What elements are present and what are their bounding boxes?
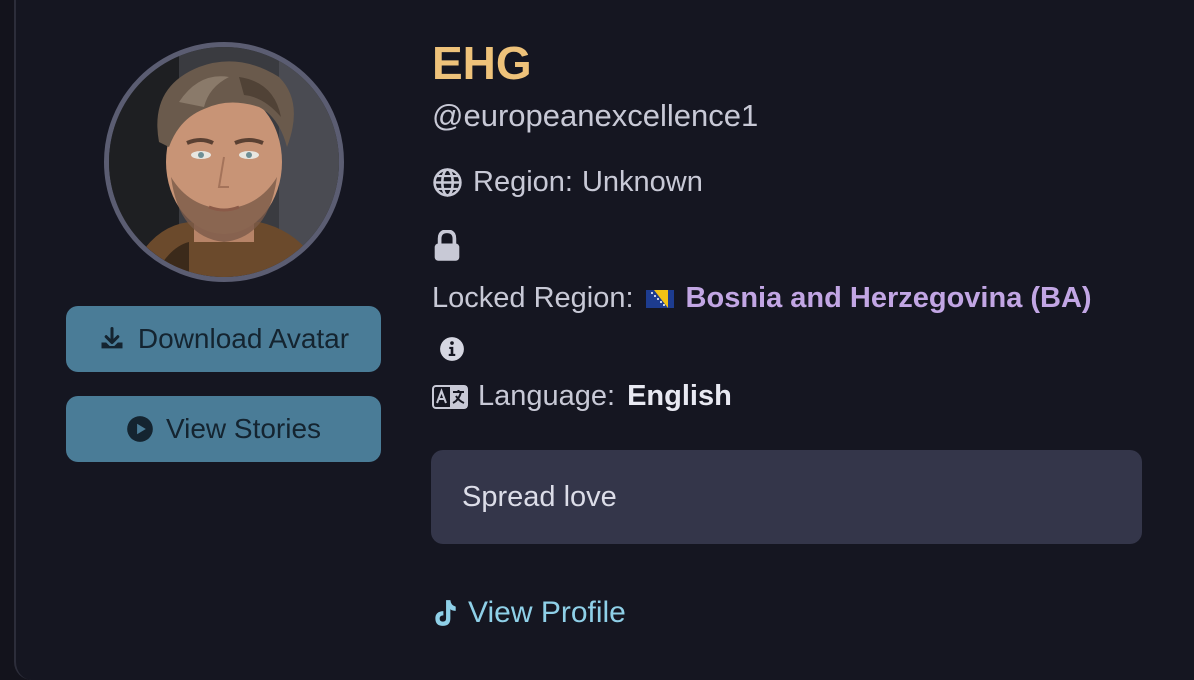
globe-icon [432, 167, 463, 198]
display-name: EHG [432, 37, 532, 89]
region-row: Region: Unknown [432, 166, 703, 199]
download-avatar-button[interactable]: Download Avatar [66, 306, 381, 372]
view-profile-link[interactable]: View Profile [432, 596, 626, 630]
info-icon[interactable] [439, 336, 465, 367]
lock-icon [432, 229, 462, 267]
locked-region-value: Bosnia and Herzegovina (BA) [685, 282, 1092, 314]
username-handle: @europeanexcellence1 [432, 98, 759, 133]
bio-box: Spread love [431, 450, 1142, 544]
view-stories-label: View Stories [165, 413, 322, 444]
view-profile-label: View Profile [468, 596, 626, 629]
locked-region-label: Locked Region: [432, 282, 634, 314]
bio-text: Spread love [462, 480, 617, 513]
download-icon [98, 325, 126, 353]
play-circle-icon [126, 415, 154, 443]
view-stories-button[interactable]: View Stories [66, 396, 381, 462]
download-avatar-label: Download Avatar [137, 323, 350, 354]
region-label: Region: [473, 166, 573, 198]
locked-region-row: Locked Region: Bosnia and Herzegovina (B… [432, 282, 1092, 315]
language-value: English [627, 380, 732, 412]
language-row: Language: English [432, 380, 732, 413]
region-value: Unknown [581, 166, 703, 198]
language-label: Language: [478, 380, 616, 412]
avatar [104, 42, 344, 282]
language-icon [432, 384, 468, 409]
tiktok-icon [432, 598, 458, 628]
bosnia-flag-icon [645, 289, 674, 308]
